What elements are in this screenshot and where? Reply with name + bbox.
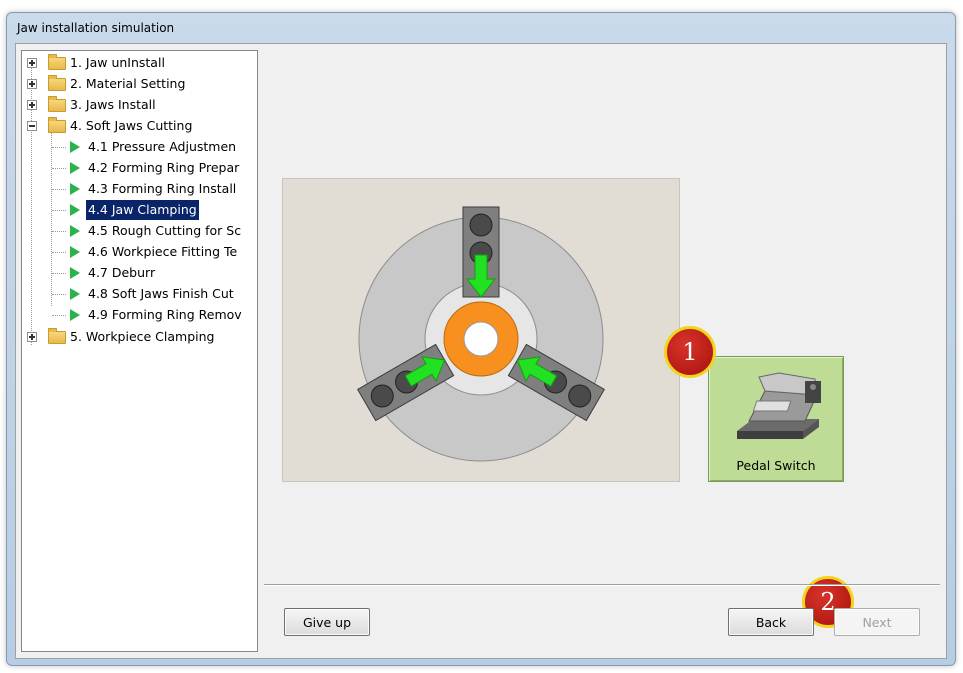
tree-line bbox=[52, 231, 66, 232]
open-folder-icon bbox=[48, 117, 66, 133]
chuck-diagram bbox=[357, 206, 605, 462]
app-window: Jaw installation simulation 1. Jaw unIns… bbox=[6, 12, 956, 666]
tree-item-step-4-3[interactable]: 4.3 Forming Ring Install bbox=[22, 179, 255, 199]
step-arrow-icon bbox=[70, 225, 80, 237]
collapse-minus-icon[interactable] bbox=[27, 121, 37, 131]
tree-item-label-selected: 4.4 Jaw Clamping bbox=[86, 200, 199, 220]
window-title: Jaw installation simulation bbox=[17, 21, 175, 35]
step-arrow-icon bbox=[70, 246, 80, 258]
step-arrow-icon bbox=[70, 183, 80, 195]
step-arrow-icon bbox=[70, 204, 80, 216]
expand-plus-icon[interactable] bbox=[27, 332, 37, 342]
tree-line bbox=[52, 147, 66, 148]
tree-item-label: 4.2 Forming Ring Prepar bbox=[88, 160, 240, 175]
tree-item-step-4-7[interactable]: 4.7 Deburr bbox=[22, 263, 255, 283]
pedal-switch-label: Pedal Switch bbox=[736, 458, 816, 473]
tree-item-material-setting[interactable]: 2. Material Setting bbox=[22, 74, 255, 94]
tree-line bbox=[52, 189, 66, 190]
tree-line bbox=[52, 168, 66, 169]
tree-item-step-4-9[interactable]: 4.9 Forming Ring Remov bbox=[22, 305, 255, 325]
folder-icon bbox=[48, 75, 66, 91]
step-arrow-icon bbox=[70, 267, 80, 279]
expand-plus-icon[interactable] bbox=[27, 79, 37, 89]
give-up-button[interactable]: Give up bbox=[284, 608, 370, 636]
footer-divider bbox=[264, 584, 940, 586]
pedal-switch-button[interactable]: Pedal Switch bbox=[708, 356, 844, 482]
tree-line bbox=[52, 273, 66, 274]
tree-item-step-4-6[interactable]: 4.6 Workpiece Fitting Te bbox=[22, 242, 255, 262]
foot-pedal-icon bbox=[737, 372, 821, 439]
next-button[interactable]: Next bbox=[834, 608, 920, 636]
tree-item-label: 3. Jaws Install bbox=[70, 97, 156, 112]
tree-line bbox=[52, 294, 66, 295]
tree-item-step-4-2[interactable]: 4.2 Forming Ring Prepar bbox=[22, 158, 255, 178]
folder-icon bbox=[48, 96, 66, 112]
tree-item-soft-jaws-cutting[interactable]: 4. Soft Jaws Cutting bbox=[22, 116, 255, 136]
step-marker-badge: 1 bbox=[664, 326, 716, 378]
tree-item-jaws-install[interactable]: 3. Jaws Install bbox=[22, 95, 255, 115]
step-arrow-icon bbox=[70, 309, 80, 321]
step-arrow-icon bbox=[70, 141, 80, 153]
tree-item-label: 4.5 Rough Cutting for Sc bbox=[88, 223, 242, 238]
expand-plus-icon[interactable] bbox=[27, 100, 37, 110]
client-area: 1. Jaw unInstall 2. Material Setting 3. … bbox=[15, 43, 947, 659]
step-tree[interactable]: 1. Jaw unInstall 2. Material Setting 3. … bbox=[21, 50, 258, 652]
tree-item-label: 4.6 Workpiece Fitting Te bbox=[88, 244, 238, 259]
workpiece-bore bbox=[463, 321, 499, 357]
tree-item-label: 1. Jaw unInstall bbox=[70, 55, 165, 70]
step-arrow-icon bbox=[70, 162, 80, 174]
step-arrow-icon bbox=[70, 288, 80, 300]
tree-item-label: 4.9 Forming Ring Remov bbox=[88, 307, 242, 322]
tree-item-label: 5. Workpiece Clamping bbox=[70, 329, 215, 344]
tree-item-label: 4.1 Pressure Adjustmen bbox=[88, 139, 237, 154]
tree-line bbox=[52, 252, 66, 253]
tree-item-label: 4.3 Forming Ring Install bbox=[88, 181, 237, 196]
tree-item-step-4-4[interactable]: 4.4 Jaw Clamping bbox=[22, 200, 255, 220]
folder-icon bbox=[48, 328, 66, 344]
tree-item-step-4-8[interactable]: 4.8 Soft Jaws Finish Cut bbox=[22, 284, 255, 304]
tree-item-step-4-1[interactable]: 4.1 Pressure Adjustmen bbox=[22, 137, 255, 157]
tree-item-workpiece-clamping[interactable]: 5. Workpiece Clamping bbox=[22, 327, 255, 347]
tree-item-label: 2. Material Setting bbox=[70, 76, 186, 91]
tree-item-label: 4.7 Deburr bbox=[88, 265, 156, 280]
tree-item-step-4-5[interactable]: 4.5 Rough Cutting for Sc bbox=[22, 221, 255, 241]
jaw-clamping-simulation bbox=[282, 178, 680, 482]
back-button[interactable]: Back bbox=[728, 608, 814, 636]
tree-item-jaw-uninstall[interactable]: 1. Jaw unInstall bbox=[22, 53, 255, 73]
tree-line bbox=[52, 315, 66, 316]
tree-item-label: 4.8 Soft Jaws Finish Cut bbox=[88, 286, 234, 301]
tree-line bbox=[52, 210, 66, 211]
tree-item-label: 4. Soft Jaws Cutting bbox=[70, 118, 193, 133]
folder-icon bbox=[48, 54, 66, 70]
expand-plus-icon[interactable] bbox=[27, 58, 37, 68]
